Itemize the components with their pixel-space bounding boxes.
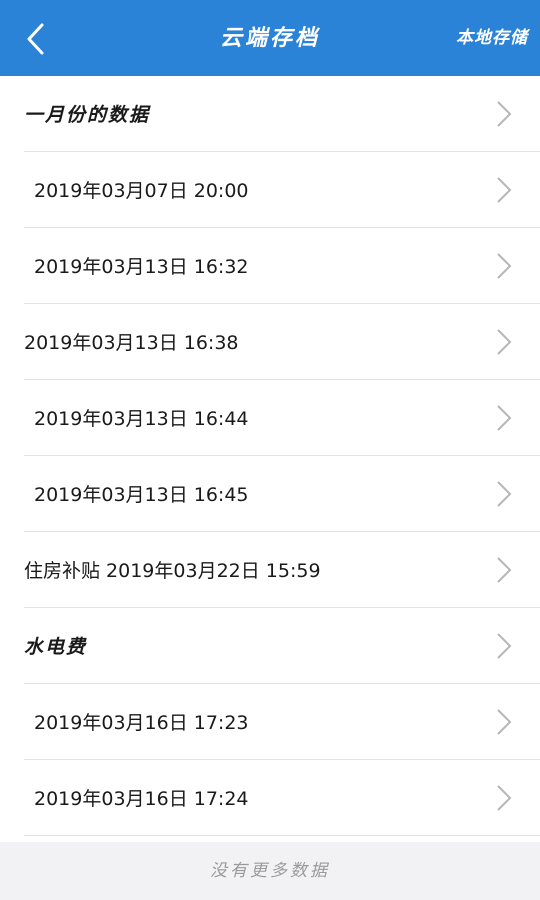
- chevron-right-icon: [497, 708, 512, 735]
- list-item[interactable]: 2019年03月16日 17:23: [24, 684, 540, 760]
- chevron-right-icon: [497, 784, 512, 811]
- list-item[interactable]: 住房补贴 2019年03月22日 15:59: [24, 532, 540, 608]
- list-item-label: 2019年03月13日 16:38: [24, 332, 239, 354]
- list-item-label: 2019年03月13日 16:32: [34, 256, 249, 278]
- chevron-right-icon: [497, 328, 512, 355]
- chevron-right-icon: [497, 100, 512, 127]
- chevron-right-icon: [497, 252, 512, 279]
- list-item[interactable]: 2019年03月13日 16:45: [24, 456, 540, 532]
- app-header: 云端存档 本地存储: [0, 0, 540, 76]
- list-item[interactable]: 2019年03月13日 16:32: [24, 228, 540, 304]
- list-item[interactable]: 2019年03月13日 16:38: [24, 304, 540, 380]
- list-item[interactable]: 2019年03月13日 16:44: [24, 380, 540, 456]
- chevron-right-icon: [497, 556, 512, 583]
- no-more-data-footer: 没有更多数据: [0, 842, 540, 900]
- list-item-label: 2019年03月16日 17:23: [34, 712, 249, 734]
- list-item[interactable]: 水电费: [24, 608, 540, 684]
- list-item-label: 水电费: [24, 636, 88, 658]
- list-item-label: 2019年03月13日 16:45: [34, 484, 249, 506]
- list-item-label: 2019年03月16日 17:24: [34, 788, 249, 810]
- archive-list: 一月份的数据 2019年03月07日 20:00 2019年03月13日 16:…: [0, 76, 540, 836]
- chevron-right-icon: [497, 176, 512, 203]
- local-storage-button[interactable]: 本地存储: [456, 0, 528, 76]
- list-item-label: 一月份的数据: [24, 104, 151, 126]
- list-item[interactable]: 2019年03月16日 17:24: [24, 760, 540, 836]
- list-item[interactable]: 2019年03月07日 20:00: [24, 152, 540, 228]
- chevron-right-icon: [497, 632, 512, 659]
- list-item-label: 2019年03月13日 16:44: [34, 408, 249, 430]
- chevron-right-icon: [497, 404, 512, 431]
- list-item[interactable]: 一月份的数据: [24, 76, 540, 152]
- chevron-right-icon: [497, 480, 512, 507]
- list-item-label: 住房补贴 2019年03月22日 15:59: [24, 560, 321, 582]
- list-item-label: 2019年03月07日 20:00: [34, 180, 249, 202]
